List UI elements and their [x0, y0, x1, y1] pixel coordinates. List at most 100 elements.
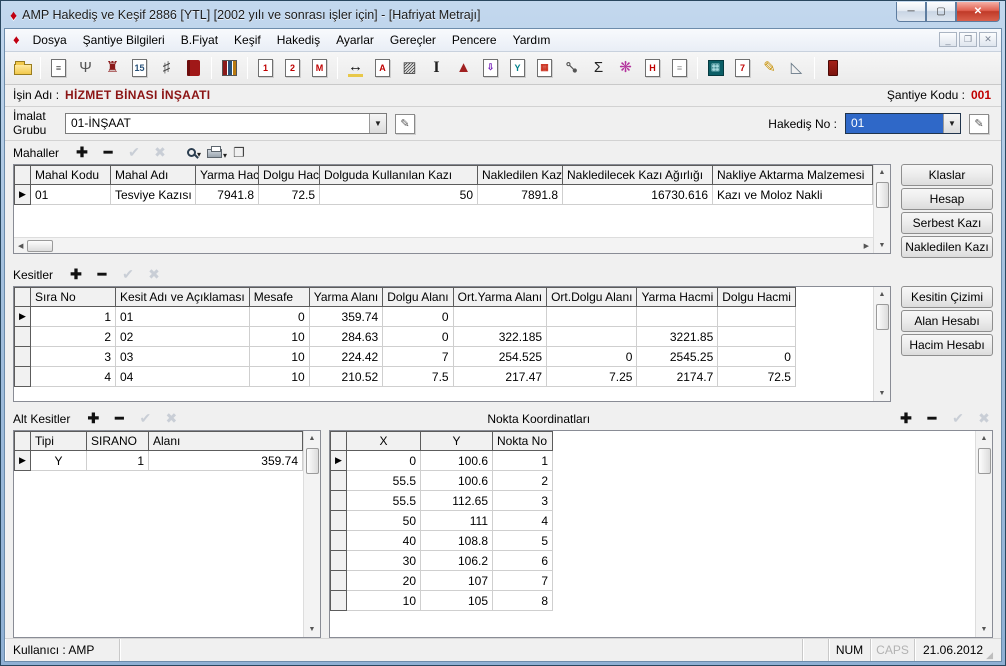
scroll-down-icon[interactable]: ▼	[307, 622, 318, 637]
doc-y-icon[interactable]: Y	[504, 54, 531, 81]
column-header[interactable]: Kesit Adı ve Açıklaması	[116, 288, 250, 307]
maximize-button[interactable]: ▢	[926, 2, 956, 22]
column-header[interactable]: Dolguda Kullanılan Kazı	[320, 166, 478, 185]
scrollbar-thumb[interactable]	[978, 448, 991, 474]
menu-item[interactable]: Şantiye Bilgileri	[75, 30, 173, 50]
table-row[interactable]: 30310224.427254.52502545.250	[15, 347, 796, 367]
grid-cell[interactable]: 50	[320, 185, 478, 205]
width-measure-icon[interactable]: ↔	[342, 54, 369, 81]
book-icon[interactable]	[180, 54, 207, 81]
grid-cell[interactable]: 4	[31, 367, 116, 387]
paste-down-icon[interactable]: ⇩	[477, 54, 504, 81]
mahaller-horizontal-scrollbar[interactable]: ◀ ▶	[14, 237, 873, 253]
grid-cell[interactable]: 6	[493, 551, 553, 571]
table-row[interactable]: 30106.26	[331, 551, 553, 571]
doc-a-icon[interactable]: A	[369, 54, 396, 81]
add-row-button[interactable]: ✚	[67, 266, 85, 283]
grid-cell[interactable]	[547, 327, 637, 347]
side-button[interactable]: Hacim Hesabı	[901, 334, 993, 356]
menu-item[interactable]: Ayarlar	[328, 30, 382, 50]
scroll-up-icon[interactable]: ▲	[979, 431, 990, 446]
doc-2-icon[interactable]: 2	[279, 54, 306, 81]
grid-cell[interactable]: 210.52	[309, 367, 382, 387]
nokta-vertical-scrollbar[interactable]: ▲ ▼	[975, 431, 992, 637]
grid-cell[interactable]: 0	[718, 347, 796, 367]
delete-row-button[interactable]: ━	[99, 144, 117, 161]
hakedis-properties-icon[interactable]: ✎	[969, 114, 989, 134]
grid-cell[interactable]: 8	[493, 591, 553, 611]
table-row[interactable]: 201077	[331, 571, 553, 591]
column-header[interactable]: Tipi	[31, 432, 87, 451]
column-header[interactable]: SIRANO	[87, 432, 149, 451]
grid-cell[interactable]: 04	[116, 367, 250, 387]
grid-cell[interactable]: 111	[421, 511, 493, 531]
grid-cell[interactable]: 7.5	[383, 367, 453, 387]
column-header[interactable]: Ort.Yarma Alanı	[453, 288, 546, 307]
combo-dropdown-icon[interactable]: ▼	[943, 114, 960, 133]
grid-cell[interactable]: 02	[116, 327, 250, 347]
grid-cell[interactable]: 10	[347, 591, 421, 611]
column-header[interactable]: Yarma Hacmi	[196, 166, 259, 185]
grid-cell[interactable]: 2545.25	[637, 347, 718, 367]
books-icon[interactable]	[216, 54, 243, 81]
resize-grip-icon[interactable]: ◢	[986, 650, 993, 661]
menu-item[interactable]: Pencere	[444, 30, 505, 50]
grid-cell[interactable]: 55.5	[347, 491, 421, 511]
grid-cell[interactable]: 30	[347, 551, 421, 571]
grid-cell[interactable]: 108.8	[421, 531, 493, 551]
table-row[interactable]: 501114	[331, 511, 553, 531]
mdi-child-icon[interactable]: ♦	[13, 32, 20, 47]
scroll-left-icon[interactable]: ◀	[16, 238, 25, 254]
grid-cell[interactable]: Kazı ve Moloz Nakli	[713, 185, 873, 205]
mdi-close-button[interactable]: ✕	[979, 32, 997, 47]
menu-item[interactable]: Yardım	[505, 30, 559, 50]
hakedis-no-combobox[interactable]: 01 ▼	[845, 113, 961, 134]
grid-cell[interactable]: 100.6	[421, 451, 493, 471]
grid-cell[interactable]	[718, 327, 796, 347]
grid-cell[interactable]: 0	[347, 451, 421, 471]
grid-cell[interactable]	[637, 307, 718, 327]
grid-cell[interactable]: 1	[87, 451, 149, 471]
grid-cell[interactable]: 7	[493, 571, 553, 591]
table-row[interactable]: ▶0100.61	[331, 451, 553, 471]
grid-cell[interactable]: 105	[421, 591, 493, 611]
grid-cell[interactable]: 1	[31, 307, 116, 327]
column-header[interactable]: Mahal Adı	[111, 166, 196, 185]
grid-cell[interactable]: 106.2	[421, 551, 493, 571]
grid-cell[interactable]	[453, 307, 546, 327]
price-15-icon[interactable]: 15	[126, 54, 153, 81]
column-header[interactable]: Dolgu Hacmi	[259, 166, 320, 185]
side-button[interactable]: Hesap	[901, 188, 993, 210]
scroll-up-icon[interactable]: ▲	[307, 431, 318, 446]
column-ibeam-icon[interactable]: I	[423, 54, 450, 81]
grid-cell[interactable]: 7.25	[547, 367, 637, 387]
grid-cell[interactable]: 72.5	[259, 185, 320, 205]
grid-cell[interactable]: 254.525	[453, 347, 546, 367]
add-row-button[interactable]: ✚	[84, 410, 102, 427]
grid-cell[interactable]: 10	[249, 347, 309, 367]
grid-cell[interactable]: 40	[347, 531, 421, 551]
side-button[interactable]: Kesitin Çizimi	[901, 286, 993, 308]
pen-icon[interactable]: ✎	[756, 54, 783, 81]
delete-row-button[interactable]: ━	[93, 266, 111, 283]
scroll-down-icon[interactable]: ▼	[877, 238, 888, 253]
column-header[interactable]: X	[347, 432, 421, 451]
column-header[interactable]: Alanı	[149, 432, 303, 451]
table-row[interactable]: 55.5100.62	[331, 471, 553, 491]
column-header[interactable]: Ort.Dolgu Alanı	[547, 288, 637, 307]
grid-cell[interactable]: 359.74	[309, 307, 382, 327]
grid-cell[interactable]: Y	[31, 451, 87, 471]
scrollbar-thumb[interactable]	[27, 240, 53, 252]
exit-door-icon[interactable]	[819, 54, 846, 81]
key-icon[interactable]: ⊶	[558, 54, 585, 81]
grid-cell[interactable]: 0	[383, 327, 453, 347]
column-header[interactable]: Yarma Alanı	[309, 288, 382, 307]
doc-7-icon[interactable]: 7	[729, 54, 756, 81]
grid-cell[interactable]: 2174.7	[637, 367, 718, 387]
scroll-right-icon[interactable]: ▶	[862, 238, 871, 254]
column-header[interactable]: Nakledilen Kazı	[478, 166, 563, 185]
grid-cell[interactable]	[718, 307, 796, 327]
menu-item[interactable]: Keşif	[226, 30, 269, 50]
grid-cell[interactable]: 0	[249, 307, 309, 327]
grid-cell[interactable]: 50	[347, 511, 421, 531]
